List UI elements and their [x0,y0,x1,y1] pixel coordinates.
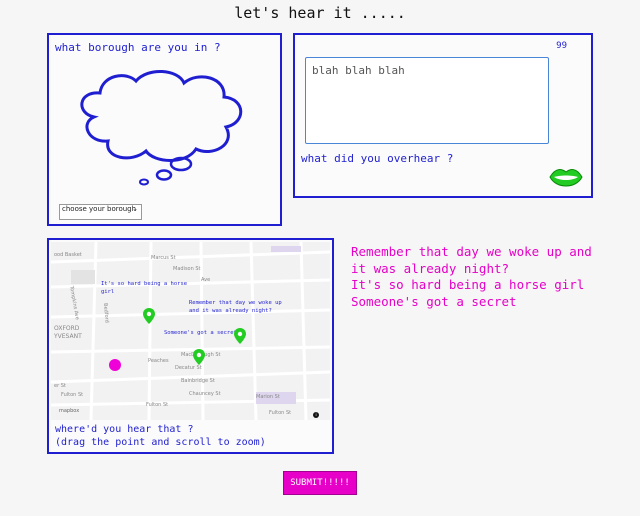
map-instruction-line: (drag the point and scroll to zoom) [55,437,266,448]
speech-panel: 99 what did you overhear ? [293,33,593,198]
map-street-label: Madison St [173,266,201,272]
map-street-label: Ave [201,277,211,283]
submit-button[interactable]: SUBMIT!!!!! [283,471,357,495]
map[interactable]: ood Basket Marcus St Madison St Ave Tomp… [51,242,330,420]
overheard-item: Remember that day we woke up and it was … [351,244,592,276]
overheard-item: It's so hard being a horse girl [351,277,585,292]
map-street-label: YVESANT [54,333,82,340]
map-pin-icon[interactable] [234,328,246,344]
map-pin-icon[interactable] [193,349,205,365]
map-street-label: Fulton St [146,402,169,408]
lips-icon [549,169,583,187]
thought-cloud-icon [80,70,243,186]
map-instruction-line: where'd you hear that ? [55,424,194,435]
overheard-text-input[interactable] [305,57,549,144]
map-note: It's so hard being a horse girl [101,281,188,295]
map-street-label: Marcus St [151,255,176,261]
overheard-item: Someone's got a secret [351,293,517,309]
map-street-label: Fulton St [269,410,292,416]
map-street-label: er St [54,383,66,389]
map-note: Someone's got a secret [164,330,237,336]
map-street-label: Fulton St [61,392,84,398]
mapbox-logo: mapbox [59,408,80,414]
chevron-down-icon: ⌄ [132,205,138,213]
borough-select[interactable]: choose your borough ⌄ [59,204,142,220]
info-icon[interactable]: i [313,412,319,418]
map-pin-icon[interactable] [143,308,155,324]
borough-panel: what borough are you in ? choose your bo… [47,33,282,226]
map-street-label: OXFORD [54,325,80,332]
map-instructions: where'd you hear that ? (drag the point … [55,423,266,449]
character-count: 99 [556,41,567,51]
map-street-label: Decatur St [175,365,202,371]
draggable-location-point[interactable] [109,359,121,371]
map-street-label: Chauncey St [189,391,221,397]
overhear-label: what did you overhear ? [301,152,454,165]
map-street-label: Peaches [148,358,169,364]
borough-select-value: choose your borough [62,205,137,213]
borough-label: what borough are you in ? [55,41,221,54]
page-title: let's hear it ..... [234,4,406,22]
map-panel: ood Basket Marcus St Madison St Ave Tomp… [47,238,334,454]
map-street-label: ood Basket [54,252,82,258]
map-street-label: Marion St [256,394,280,400]
map-street-label: Bainbridge St [181,378,215,384]
overheard-list: Remember that day we woke up and it was … [351,244,601,310]
map-note: Remember that day we woke up and it was … [189,300,282,314]
